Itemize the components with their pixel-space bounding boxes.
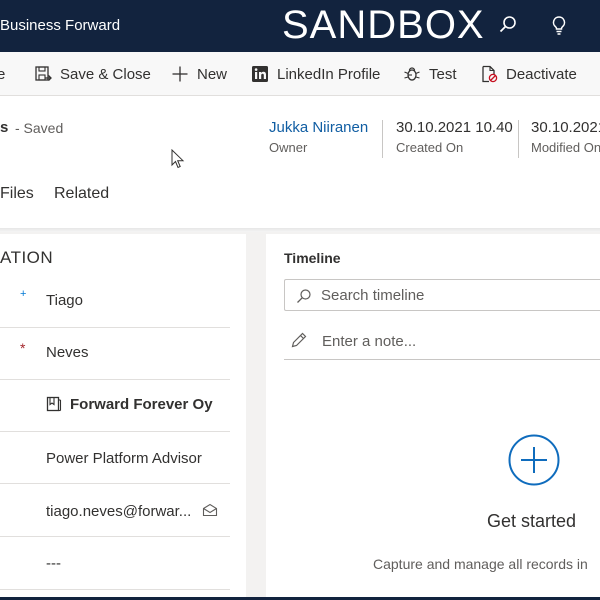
timeline-search-placeholder: Search timeline <box>321 287 425 304</box>
record-title: s <box>0 119 9 136</box>
deactivate-label: Deactivate <box>506 65 577 83</box>
section-title: ATION <box>0 248 54 267</box>
account-row: Forward Forever Oy <box>0 380 230 432</box>
timeline-note-input[interactable]: Enter a note... <box>284 322 600 360</box>
get-started-title: Get started <box>487 511 577 531</box>
deactivate-button[interactable]: Deactivate <box>480 64 577 84</box>
account-lookup-link[interactable]: Forward Forever Oy <box>70 396 213 413</box>
last-name-value[interactable]: Neves <box>46 344 89 361</box>
mouse-cursor-icon <box>171 149 185 169</box>
timeline-note-placeholder: Enter a note... <box>322 333 417 350</box>
created-on-label: Created On <box>396 140 464 155</box>
phone-value[interactable]: --- <box>46 555 61 572</box>
save-label: e <box>0 65 6 83</box>
header-divider <box>518 120 519 158</box>
owner-field: Jukka Niiranen Owner <box>269 119 368 155</box>
app-name[interactable]: Business Forward <box>0 17 120 34</box>
owner-label: Owner <box>269 140 308 155</box>
new-button[interactable]: New <box>171 64 227 84</box>
bug-icon <box>404 67 420 81</box>
required-indicator: * <box>20 340 26 356</box>
business-recommended-indicator: + <box>20 288 27 300</box>
tab-related[interactable]: Related <box>54 185 109 203</box>
plus-icon <box>172 66 188 82</box>
timeline-title: Timeline <box>284 250 341 266</box>
test-label: Test <box>429 65 457 83</box>
save-and-close-button[interactable]: Save & Close <box>34 64 151 84</box>
command-bar: e Save & Close New LinkedIn Profile Test… <box>0 52 600 96</box>
environment-badge: SANDBOX <box>282 3 485 47</box>
last-name-row: * Neves <box>0 328 230 380</box>
email-row: tiago.neves@forwar... <box>0 485 230 537</box>
account-icon <box>46 396 62 412</box>
record-save-status: - Saved <box>15 120 64 136</box>
email-value[interactable]: tiago.neves@forwar... <box>46 503 191 520</box>
search-icon[interactable] <box>497 14 519 36</box>
get-started-subtitle: Capture and manage all records in <box>373 556 588 572</box>
lightbulb-icon[interactable] <box>548 14 570 36</box>
created-on-field: 30.10.2021 10.40 Created On <box>396 119 513 155</box>
mail-icon[interactable] <box>202 503 218 517</box>
save-button[interactable]: e <box>0 64 5 84</box>
save-close-label: Save & Close <box>60 65 151 83</box>
top-nav-bar: Business Forward SANDBOX <box>0 0 600 52</box>
created-on-value: 30.10.2021 10.40 <box>396 119 513 136</box>
add-circle-icon[interactable] <box>508 434 560 486</box>
modified-on-value: 30.10.2021 <box>531 119 600 136</box>
header-divider <box>382 120 383 158</box>
linkedin-icon <box>252 66 268 82</box>
job-title-row: Power Platform Advisor <box>0 432 230 484</box>
linkedin-label: LinkedIn Profile <box>277 65 381 83</box>
phone-row: --- <box>0 538 230 590</box>
modified-on-field: 30.10.2021 Modified On <box>531 119 600 155</box>
modified-on-label: Modified On <box>531 140 600 155</box>
job-title-value[interactable]: Power Platform Advisor <box>46 450 202 467</box>
new-label: New <box>197 65 228 83</box>
owner-link[interactable]: Jukka Niiranen <box>269 119 368 136</box>
first-name-row: + Tiago <box>0 276 230 328</box>
tab-files[interactable]: Files <box>0 185 34 203</box>
timeline-search-input[interactable]: Search timeline <box>284 279 600 311</box>
deactivate-icon <box>482 65 498 83</box>
test-button[interactable]: Test <box>403 64 457 84</box>
save-close-icon <box>35 66 52 81</box>
first-name-value[interactable]: Tiago <box>46 292 83 309</box>
linkedin-profile-button[interactable]: LinkedIn Profile <box>251 64 380 84</box>
search-icon <box>297 289 311 303</box>
pencil-icon <box>291 332 307 348</box>
